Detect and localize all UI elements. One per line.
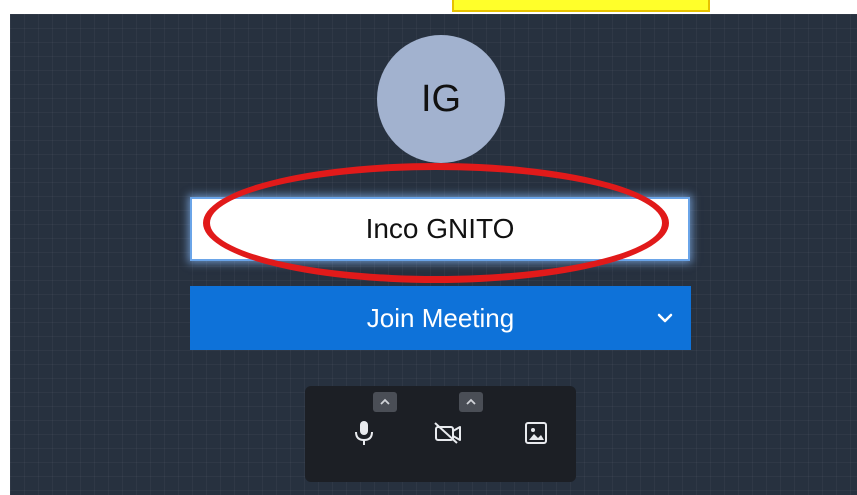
chevron-up-icon bbox=[380, 398, 390, 405]
display-name-value: Inco GNITO bbox=[365, 213, 515, 244]
chevron-down-icon[interactable] bbox=[653, 306, 677, 330]
video-off-icon bbox=[434, 422, 461, 444]
display-name-input[interactable]: Inco GNITO bbox=[190, 197, 690, 261]
join-meeting-label: Join Meeting bbox=[366, 302, 515, 333]
avatar-initials: IG bbox=[420, 77, 462, 120]
highlight-mark bbox=[452, 0, 710, 12]
prejoin-panel: IG Inco GNITO Join Meeting bbox=[10, 14, 857, 495]
background-button[interactable] bbox=[519, 416, 553, 450]
join-meeting-button[interactable]: Join Meeting bbox=[190, 286, 691, 350]
microphone-button[interactable] bbox=[347, 416, 381, 450]
top-heading-fragment bbox=[0, 0, 857, 14]
media-controls-toolbar bbox=[305, 386, 576, 482]
chevron-up-icon bbox=[466, 398, 476, 405]
microphone-options-button[interactable] bbox=[373, 392, 397, 412]
microphone-icon bbox=[355, 421, 373, 445]
avatar: IG bbox=[377, 35, 505, 163]
camera-toggle-button[interactable] bbox=[431, 416, 465, 450]
camera-options-button[interactable] bbox=[459, 392, 483, 412]
image-icon bbox=[525, 422, 547, 444]
